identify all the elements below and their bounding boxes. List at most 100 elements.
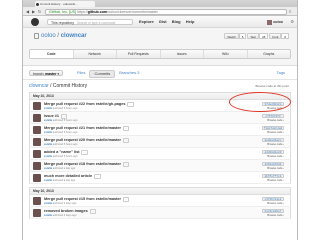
browse-code-link[interactable]: Browse code › bbox=[262, 202, 284, 205]
repo-owner-link[interactable]: ooloo bbox=[41, 33, 56, 39]
expand-message-button[interactable]: … bbox=[81, 149, 88, 155]
commit-time: authored 2 days ago bbox=[52, 213, 77, 217]
browse-code-link[interactable]: Browse code › bbox=[262, 179, 284, 182]
search-input[interactable]: Search or type a command bbox=[75, 19, 133, 25]
tab-pull-requests[interactable]: Pull Requests bbox=[117, 50, 161, 58]
commit-author-link[interactable]: estelle bbox=[44, 107, 52, 110]
commit-row: Merge pull request #20 from estelle/mast… bbox=[29, 136, 291, 148]
expand-message-button[interactable]: … bbox=[89, 208, 97, 214]
browse-code-link[interactable]: Browse code at this point bbox=[255, 84, 289, 88]
commit-message[interactable]: Merge pull request #21 from estelle/mast… bbox=[44, 125, 130, 131]
commit-message[interactable]: Merge pull request #20 from estelle/mast… bbox=[44, 137, 130, 143]
commit-author-link[interactable]: estelle bbox=[44, 119, 52, 122]
tab-code[interactable]: Code bbox=[30, 50, 74, 58]
commit-author-link[interactable]: estelle bbox=[44, 214, 52, 217]
commit-time: authored a day ago bbox=[52, 166, 76, 170]
commit-sha-button[interactable]: 22bba1b5d4 bbox=[262, 161, 284, 166]
author-avatar[interactable] bbox=[33, 162, 41, 170]
browse-code-link[interactable]: Browse code › bbox=[262, 143, 284, 146]
expand-message-button[interactable]: … bbox=[123, 196, 130, 202]
breadcrumb-repo-link[interactable]: clowncar bbox=[29, 83, 49, 89]
nav-gist[interactable]: Gist bbox=[159, 19, 167, 24]
browse-code-link[interactable]: Browse code › bbox=[262, 214, 284, 217]
browse-code-link[interactable]: Browse code › bbox=[262, 155, 284, 158]
tab-tags[interactable]: Tags bbox=[277, 70, 285, 76]
tab-branches[interactable]: Branches 3 bbox=[115, 70, 143, 78]
commit-sha-button[interactable]: b1e5c2d6a7 bbox=[262, 208, 284, 213]
author-avatar[interactable] bbox=[33, 114, 41, 122]
expand-message-button[interactable]: … bbox=[123, 161, 130, 167]
breadcrumb: clowncar / Commit History Browse code at… bbox=[23, 80, 297, 92]
chevron-right-icon: › bbox=[283, 142, 284, 146]
star-count[interactable]: 28 bbox=[258, 33, 269, 39]
commit-message-text: Merge pull request #18 from estelle/mast… bbox=[44, 161, 122, 166]
reload-icon[interactable]: ↻ bbox=[37, 9, 42, 14]
author-avatar[interactable] bbox=[33, 150, 41, 158]
commit-sha-button[interactable]: c4f3b7a4e2 bbox=[262, 196, 284, 201]
nav-help[interactable]: Help bbox=[186, 19, 195, 24]
commit-author-link[interactable]: estelle bbox=[44, 179, 52, 182]
fork-count[interactable]: 8 bbox=[281, 33, 289, 39]
star-button[interactable]: Star bbox=[247, 33, 259, 39]
commit-row: Merge pull request #15 from estelle/mast… bbox=[29, 195, 291, 207]
fork-button[interactable]: Fork bbox=[269, 33, 282, 39]
commit-author-link[interactable]: estelle bbox=[44, 202, 52, 205]
expand-message-button[interactable]: … bbox=[123, 125, 130, 131]
commit-author-link[interactable]: estelle bbox=[44, 167, 52, 170]
address-bar[interactable]: GitHub, Inc. [US] https://github.com/ool… bbox=[45, 8, 287, 15]
expand-message-button[interactable]: … bbox=[94, 173, 101, 179]
author-avatar[interactable] bbox=[33, 174, 41, 182]
branch-name: master bbox=[45, 72, 57, 76]
commit-author-link[interactable]: estelle bbox=[44, 131, 52, 134]
commit-message[interactable]: much more detailed article… bbox=[44, 173, 101, 179]
commit-message[interactable]: Merge pull request #15 from estelle/mast… bbox=[44, 196, 130, 202]
author-avatar[interactable] bbox=[33, 138, 41, 146]
wrench-menu-icon[interactable]: ≡ bbox=[289, 9, 294, 14]
nav-blog[interactable]: Blog bbox=[172, 19, 181, 24]
browser-tab-title: Commit History · ooloo/clo... bbox=[40, 2, 78, 6]
author-avatar[interactable] bbox=[33, 102, 41, 110]
browse-code-label: Browse code bbox=[267, 118, 283, 122]
browse-code-link[interactable]: Browse code › bbox=[262, 167, 284, 170]
user-menu[interactable]: ooloo bbox=[267, 19, 283, 25]
author-avatar[interactable] bbox=[33, 209, 41, 217]
commit-sha-button[interactable]: f4dc7d2c4a0 bbox=[262, 125, 284, 130]
author-avatar[interactable] bbox=[33, 126, 41, 134]
commit-message[interactable]: issue #1… bbox=[44, 113, 68, 119]
tab-wiki[interactable]: Wiki bbox=[204, 50, 248, 58]
commit-author-link[interactable]: estelle bbox=[44, 143, 52, 146]
commit-message[interactable]: Merge pull request #18 from estelle/mast… bbox=[44, 161, 130, 167]
commit-message[interactable]: added a "name" list… bbox=[44, 149, 88, 155]
tab-commits[interactable]: Commits bbox=[89, 70, 116, 78]
repo-name-link[interactable]: clowncar bbox=[61, 33, 87, 39]
browser-window: Commit History · ooloo/clo... ◀ ▶ ↻ GitH… bbox=[22, 0, 298, 240]
browse-code-link[interactable]: Browse code › bbox=[262, 131, 284, 134]
tab-files[interactable]: Files bbox=[73, 70, 89, 78]
settings-gear-icon[interactable]: ⚙ bbox=[290, 19, 294, 25]
branch-selector[interactable]: branch: master ▾ bbox=[29, 70, 64, 76]
tab-issues[interactable]: Issues bbox=[161, 50, 204, 58]
chevron-right-icon: › bbox=[283, 201, 284, 205]
expand-message-button[interactable]: … bbox=[127, 101, 134, 107]
commit-message[interactable]: removed broken images… bbox=[44, 208, 97, 214]
nav-explore[interactable]: Explore bbox=[139, 19, 154, 24]
expand-message-button[interactable]: … bbox=[123, 137, 130, 143]
commit-message-text: Merge pull request #22 from estelle/gh-p… bbox=[44, 101, 126, 106]
tab-graphs[interactable]: Graphs bbox=[248, 50, 291, 58]
secure-label: GitHub, Inc. [US] bbox=[49, 9, 76, 14]
commit-sha-button[interactable]: 8b5feff7c4 bbox=[262, 173, 284, 178]
commit-sha-button[interactable]: d4db9d2e83 bbox=[262, 149, 284, 154]
browse-code-label: Browse code bbox=[267, 213, 283, 217]
commit-message[interactable]: Merge pull request #22 from estelle/gh-p… bbox=[44, 101, 134, 107]
commit-author-link[interactable]: estelle bbox=[44, 155, 52, 158]
back-arrow-icon[interactable]: ◀ bbox=[25, 9, 30, 14]
forward-arrow-icon[interactable]: ▶ bbox=[31, 9, 36, 14]
tab-network[interactable]: Network bbox=[74, 50, 117, 58]
author-avatar[interactable] bbox=[33, 197, 41, 205]
browse-code-link[interactable]: Browse code › bbox=[262, 119, 284, 122]
watch-button[interactable]: Watch bbox=[224, 33, 239, 39]
watch-count[interactable]: 8 bbox=[238, 33, 247, 39]
commit-sha-button[interactable]: c75787373 bbox=[262, 113, 284, 118]
commit-sha-button[interactable]: 8e0ba33a2c bbox=[262, 137, 284, 142]
octocat-logo-icon[interactable] bbox=[31, 18, 39, 26]
